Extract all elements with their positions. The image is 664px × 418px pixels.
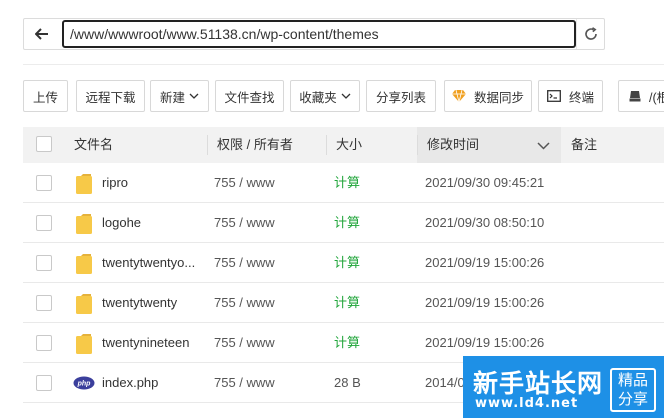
file-search-label: 文件查找 xyxy=(224,90,275,105)
column-divider xyxy=(207,135,208,155)
new-label: 新建 xyxy=(159,90,185,105)
file-name[interactable]: twentynineteen xyxy=(102,323,189,363)
watermark-title: 新手站长网 xyxy=(473,369,604,398)
col-mtime-header[interactable]: 修改时间 xyxy=(427,127,479,163)
table-row[interactable]: ripro 755 / www 计算 2021/09/30 09:45:21 xyxy=(23,163,664,203)
upload-label: 上传 xyxy=(32,90,58,105)
data-sync-label: 数据同步 xyxy=(473,90,524,105)
diamond-icon xyxy=(451,90,466,102)
col-note-header[interactable]: 备注 xyxy=(571,127,597,163)
file-name[interactable]: logohe xyxy=(102,203,141,243)
path-input[interactable] xyxy=(62,20,576,48)
file-name[interactable]: ripro xyxy=(102,163,128,203)
folder-icon xyxy=(75,173,93,198)
file-mtime: 2021/09/30 08:50:10 xyxy=(425,215,545,230)
terminal-button[interactable]: 终端 xyxy=(538,80,603,112)
col-name-header[interactable]: 文件名 xyxy=(74,127,113,163)
file-mtime: 2014/0 xyxy=(425,375,465,390)
upload-button[interactable]: 上传 xyxy=(23,80,68,112)
file-size[interactable]: 计算 xyxy=(334,203,360,243)
php-file-icon: php xyxy=(73,376,95,393)
file-permission: 755 / www xyxy=(214,295,275,310)
remote-download-label: 远程下载 xyxy=(85,90,136,105)
file-size: 28 B xyxy=(334,375,361,390)
new-button[interactable]: 新建 xyxy=(150,80,209,112)
favorites-label: 收藏夹 xyxy=(299,90,337,105)
col-size-header[interactable]: 大小 xyxy=(336,127,362,163)
file-size[interactable]: 计算 xyxy=(334,283,360,323)
path-bar xyxy=(23,18,605,50)
refresh-button[interactable] xyxy=(576,19,604,49)
remote-download-button[interactable]: 远程下载 xyxy=(76,80,145,112)
folder-icon xyxy=(75,213,93,238)
disk-icon xyxy=(629,90,641,102)
col-perm-header[interactable]: 权限 / 所有者 xyxy=(217,127,293,163)
file-permission: 755 / www xyxy=(214,175,275,190)
refresh-icon xyxy=(584,27,597,40)
table-row[interactable]: logohe 755 / www 计算 2021/09/30 08:50:10 xyxy=(23,203,664,243)
select-all-checkbox[interactable] xyxy=(36,136,52,152)
file-mtime: 2021/09/30 09:45:21 xyxy=(425,175,545,190)
row-checkbox[interactable] xyxy=(36,335,52,351)
divider xyxy=(23,64,664,65)
row-checkbox[interactable] xyxy=(36,255,52,271)
watermark-url: www.ld4.net xyxy=(475,396,579,411)
data-sync-button[interactable]: 数据同步 xyxy=(444,80,532,112)
file-name[interactable]: twentytwentyo... xyxy=(102,243,195,283)
table-row[interactable]: twentytwentyo... 755 / www 计算 2021/09/19… xyxy=(23,243,664,283)
row-checkbox[interactable] xyxy=(36,295,52,311)
chevron-down-icon xyxy=(341,93,351,99)
column-divider xyxy=(417,135,418,155)
terminal-label: 终端 xyxy=(568,90,594,105)
file-size[interactable]: 计算 xyxy=(334,163,360,203)
chevron-down-icon xyxy=(189,93,199,99)
file-size[interactable]: 计算 xyxy=(334,323,360,363)
file-permission: 755 / www xyxy=(214,255,275,270)
file-name[interactable]: twentytwenty xyxy=(102,283,177,323)
row-checkbox[interactable] xyxy=(36,375,52,391)
sort-desc-icon[interactable] xyxy=(537,142,550,150)
column-divider xyxy=(326,135,327,155)
share-list-button[interactable]: 分享列表 xyxy=(366,80,436,112)
file-name[interactable]: index.php xyxy=(102,363,158,403)
folder-icon xyxy=(75,253,93,278)
file-mtime: 2021/09/19 15:00:26 xyxy=(425,295,545,310)
row-checkbox[interactable] xyxy=(36,215,52,231)
folder-icon xyxy=(75,333,93,358)
table-row[interactable]: twentytwenty 755 / www 计算 2021/09/19 15:… xyxy=(23,283,664,323)
file-size[interactable]: 计算 xyxy=(334,243,360,283)
file-permission: 755 / www xyxy=(214,215,275,230)
site-watermark: 新手站长网 www.ld4.net 精品 分享 xyxy=(463,356,664,418)
watermark-badge: 精品 分享 xyxy=(610,368,656,412)
arrow-left-icon xyxy=(35,28,48,40)
folder-icon xyxy=(75,293,93,318)
share-list-label: 分享列表 xyxy=(375,90,426,105)
file-permission: 755 / www xyxy=(214,375,275,390)
disk-label: /(根 xyxy=(649,90,664,105)
terminal-icon xyxy=(547,90,561,102)
favorites-button[interactable]: 收藏夹 xyxy=(290,80,360,112)
row-checkbox[interactable] xyxy=(36,175,52,191)
file-table-header: 文件名 权限 / 所有者 大小 修改时间 备注 xyxy=(23,127,664,163)
file-permission: 755 / www xyxy=(214,335,275,350)
back-button[interactable] xyxy=(24,19,60,49)
php-icon-label: php xyxy=(77,381,92,388)
file-search-button[interactable]: 文件查找 xyxy=(215,80,284,112)
file-mtime: 2021/09/19 15:00:26 xyxy=(425,255,545,270)
disk-button[interactable]: /(根 xyxy=(618,80,664,112)
